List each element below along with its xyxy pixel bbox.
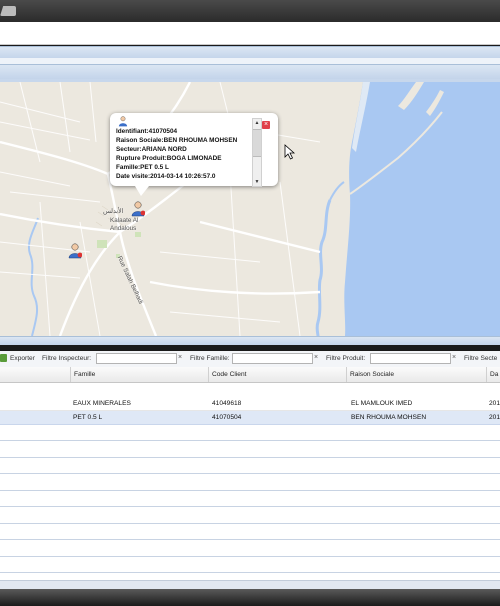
empty-row-line [0,522,500,524]
cell-date: 201 [489,414,500,421]
map-panel-footer [0,336,500,345]
filtre-inspecteur-input[interactable] [96,353,177,364]
map-panel-header [0,64,500,80]
filtre-famille-input[interactable] [232,353,313,364]
cell-date: 201 [489,400,500,407]
filtre-produit-input[interactable] [370,353,451,364]
grid-toolbar: Exporter Filtre Inspecteur: × Filtre Fam… [0,351,500,367]
popup-scrollbar[interactable]: ▲ ▼ [252,118,262,187]
filtre-secteur-label: Filtre Secte [464,355,498,362]
column-header-raison-sociale[interactable]: Raison Sociale [346,367,484,382]
popup-line-identifiant: Identifiant:41070504 [116,128,178,135]
empty-row-line [0,456,500,458]
marker-info-popup[interactable]: Identifiant:41070504 Raison Sociale:BEN … [110,113,278,196]
mouse-cursor-icon [284,144,296,160]
visit-marker-icon[interactable] [68,243,82,259]
cell-famille: EAUX MINERALES [73,400,131,407]
popup-details: Identifiant:41070504 Raison Sociale:BEN … [116,127,237,181]
clear-produit-icon[interactable]: × [452,354,456,361]
table-row[interactable]: EAUX MINERALES 41049618 EL MAMLOUK IMED … [0,397,500,411]
user-icon [118,116,128,127]
visits-grid: Famille Code Client Raison Sociale Da EA… [0,367,500,589]
popup-line-rupture-produit: Rupture Produit:BOGA LIMONADE [116,155,222,162]
popup-line-date-visite: Date visite:2014-03-14 10:26:57.0 [116,173,216,180]
grid-header: Famille Code Client Raison Sociale Da [0,367,500,383]
empty-row-line [0,572,500,573]
scroll-down-icon[interactable]: ▼ [253,178,261,186]
cell-raison-sociale: EL MAMLOUK IMED [351,400,413,407]
empty-row-line [0,506,500,507]
scroll-thumb[interactable] [253,129,261,157]
empty-row-line [0,555,500,557]
close-icon[interactable]: × [262,121,270,129]
scroll-up-icon[interactable]: ▲ [253,119,261,127]
os-taskbar [0,589,500,606]
popup-line-secteur: Secteur:ARIANA NORD [116,146,187,153]
empty-row-line [0,440,500,441]
browser-top-bar [0,0,500,22]
cell-famille: PET 0.5 L [73,414,103,421]
empty-row-line [0,539,500,540]
export-button[interactable]: Exporter [10,355,35,362]
empty-row-line [0,489,500,491]
cell-code-client: 41049618 [212,400,242,407]
filtre-produit-label: Filtre Produit: [326,355,366,362]
column-header-date[interactable]: Da [486,367,500,382]
visit-marker-icon[interactable] [131,201,145,217]
tab-icon[interactable] [0,6,16,16]
filtre-famille-label: Filtre Famille: [190,355,230,362]
popup-line-famille: Famille:PET 0.5 L [116,164,169,171]
column-header-code-client[interactable]: Code Client [208,367,346,382]
address-bar[interactable] [0,22,500,45]
table-row[interactable]: PET 0.5 L 41070504 BEN RHOUMA MOHSEN 201 [0,411,500,425]
export-icon[interactable] [0,354,7,362]
map-label-town-ar: الأندلس [103,208,124,215]
cell-code-client: 41070504 [212,414,242,421]
clear-inspecteur-icon[interactable]: × [178,354,182,361]
filtre-inspecteur-label: Filtre Inspecteur: [42,355,92,362]
map-label-town-1: Kalaate Al [110,217,139,224]
map-label-town-2: Andalous [110,225,137,232]
clear-famille-icon[interactable]: × [314,354,318,361]
column-header-famille[interactable]: Famille [70,367,208,382]
cell-raison-sociale: BEN RHOUMA MOHSEN [351,414,427,421]
empty-row-line [0,473,500,474]
popup-line-raison-sociale: Raison Sociale:BEN RHOUMA MOHSEN [116,137,238,144]
